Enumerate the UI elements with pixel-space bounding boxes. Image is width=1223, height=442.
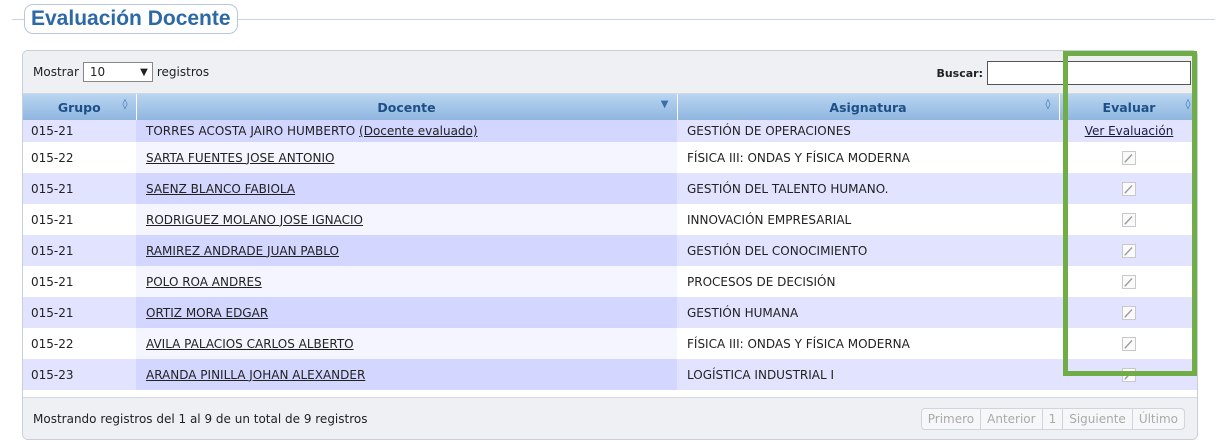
edit-icon[interactable] xyxy=(1121,181,1137,197)
column-header-asignatura-label: Asignatura xyxy=(829,99,907,115)
pager-last-button[interactable]: Último xyxy=(1131,408,1185,430)
data-table-panel: Mostrar 10 ▼ registros Buscar: Grupo ◊ Do… xyxy=(22,50,1198,440)
cell-grupo: 015-21 xyxy=(23,204,136,235)
column-header-evaluar[interactable]: Evaluar ◊ xyxy=(1059,94,1197,120)
edit-icon[interactable] xyxy=(1121,212,1137,228)
cell-evaluar xyxy=(1059,173,1197,204)
teacher-name: TORRES ACOSTA JAIRO HUMBERTO xyxy=(146,124,356,138)
table-row: 015-22 AVILA PALACIOS CARLOS ALBERTO FÍSIC… xyxy=(23,328,1197,359)
cell-docente: RODRIGUEZ MOLANO JOSE IGNACIO xyxy=(136,204,677,235)
column-header-asignatura[interactable]: Asignatura ◊ xyxy=(677,94,1060,120)
records-label: registros xyxy=(156,65,210,79)
table-row: 015-21 ORTIZ MORA EDGAR GESTIÓN HUMANA xyxy=(23,297,1197,328)
table-row: 015-21 RODRIGUEZ MOLANO JOSE IGNACIO INNOV… xyxy=(23,204,1197,235)
search-input[interactable] xyxy=(987,61,1191,85)
table-footer: Mostrando registros del 1 al 9 de un tot… xyxy=(23,397,1197,439)
table-row: 015-23 ARANDA PINILLA JOHAN ALEXANDER LOGÍ… xyxy=(23,359,1197,390)
teacher-name-link[interactable]: POLO ROA ANDRES xyxy=(146,275,262,289)
cell-grupo: 015-23 xyxy=(23,359,136,390)
cell-docente: ORTIZ MORA EDGAR xyxy=(136,297,677,328)
edit-icon[interactable] xyxy=(1121,274,1137,290)
pager-first-button[interactable]: Primero xyxy=(920,408,982,430)
teacher-name-link[interactable]: RODRIGUEZ MOLANO JOSE IGNACIO xyxy=(146,213,363,227)
chevron-down-icon: ▼ xyxy=(140,66,148,78)
records-info: Mostrando registros del 1 al 9 de un tot… xyxy=(33,411,368,426)
cell-grupo: 015-21 xyxy=(23,173,136,204)
edit-icon[interactable] xyxy=(1121,367,1137,383)
cell-docente: AVILA PALACIOS CARLOS ALBERTO xyxy=(136,328,677,359)
cell-asignatura: PROCESOS DE DECISIÓN xyxy=(677,266,1059,297)
table-toolbar: Mostrar 10 ▼ registros Buscar: xyxy=(23,51,1197,94)
teacher-name-link[interactable]: RAMIREZ ANDRADE JUAN PABLO xyxy=(146,244,339,258)
edit-icon[interactable] xyxy=(1121,305,1137,321)
table-row: 015-21 SAENZ BLANCO FABIOLA GESTIÓN DEL TA… xyxy=(23,173,1197,204)
page-length-select[interactable]: 10 ▼ xyxy=(82,62,153,82)
page-title: Evaluación Docente xyxy=(24,4,238,34)
pager-page-1-button[interactable]: 1 xyxy=(1041,408,1064,430)
cell-asignatura: FÍSICA III: ONDAS Y FÍSICA MODERNA xyxy=(677,142,1059,173)
view-evaluation-link[interactable]: Ver Evaluación xyxy=(1085,124,1174,138)
cell-docente: SARTA FUENTES JOSE ANTONIO xyxy=(136,142,677,173)
table-body: 015-21 TORRES ACOSTA JAIRO HUMBERTO (Doce… xyxy=(23,120,1197,390)
sort-both-icon: ◊ xyxy=(122,99,128,110)
cell-grupo: 015-22 xyxy=(23,142,136,173)
cell-docente: TORRES ACOSTA JAIRO HUMBERTO (Docente ev… xyxy=(136,120,677,142)
cell-evaluar xyxy=(1059,266,1197,297)
cell-docente: ARANDA PINILLA JOHAN ALEXANDER xyxy=(136,359,677,390)
cell-evaluar xyxy=(1059,297,1197,328)
cell-asignatura: GESTIÓN HUMANA xyxy=(677,297,1059,328)
table-row: 015-21 TORRES ACOSTA JAIRO HUMBERTO (Doce… xyxy=(23,120,1197,142)
table-row: 015-22 SARTA FUENTES JOSE ANTONIO FÍSICA I… xyxy=(23,142,1197,173)
cell-docente: SAENZ BLANCO FABIOLA xyxy=(136,173,677,204)
cell-asignatura: GESTIÓN DEL CONOCIMIENTO xyxy=(677,235,1059,266)
sort-desc-icon: ▼ xyxy=(660,99,669,110)
pager-next-button[interactable]: Siguiente xyxy=(1062,408,1133,430)
cell-evaluar xyxy=(1059,235,1197,266)
cell-docente: RAMIREZ ANDRADE JUAN PABLO xyxy=(136,235,677,266)
cell-evaluar xyxy=(1059,142,1197,173)
table-header-row: Grupo ◊ Docente ▼ Asignatura ◊ Evaluar ◊ xyxy=(23,94,1197,120)
teacher-name-link[interactable]: ARANDA PINILLA JOHAN ALEXANDER xyxy=(146,368,365,382)
cell-asignatura: GESTIÓN DEL TALENTO HUMANO. xyxy=(677,173,1059,204)
column-header-grupo-label: Grupo xyxy=(57,99,101,115)
cell-grupo: 015-21 xyxy=(23,297,136,328)
teachers-table: Grupo ◊ Docente ▼ Asignatura ◊ Evaluar ◊ 015… xyxy=(23,94,1197,390)
pagination: Primero Anterior 1 Siguiente Último xyxy=(920,408,1185,430)
cell-grupo: 015-21 xyxy=(23,266,136,297)
page-length-value: 10 xyxy=(89,65,106,79)
search-label: Buscar: xyxy=(936,66,983,80)
sort-both-icon: ◊ xyxy=(1185,99,1191,110)
teacher-name-link[interactable]: SAENZ BLANCO FABIOLA xyxy=(146,182,295,196)
cell-grupo: 015-21 xyxy=(23,235,136,266)
edit-icon[interactable] xyxy=(1121,150,1137,166)
cell-evaluar xyxy=(1059,328,1197,359)
table-row: 015-21 RAMIREZ ANDRADE JUAN PABLO GESTIÓN … xyxy=(23,235,1197,266)
cell-grupo: 015-21 xyxy=(23,120,136,142)
teacher-name-link[interactable]: SARTA FUENTES JOSE ANTONIO xyxy=(146,151,334,165)
column-header-grupo[interactable]: Grupo ◊ xyxy=(23,94,137,120)
sort-both-icon: ◊ xyxy=(1045,99,1051,110)
cell-evaluar xyxy=(1059,359,1197,390)
column-header-docente-label: Docente xyxy=(377,99,436,115)
evaluated-note-link[interactable]: (Docente evaluado) xyxy=(359,124,478,138)
cell-asignatura: GESTIÓN DE OPERACIONES xyxy=(677,120,1059,142)
edit-icon[interactable] xyxy=(1121,243,1137,259)
table-row: 015-21 POLO ROA ANDRES PROCESOS DE DECISIÓ… xyxy=(23,266,1197,297)
cell-grupo: 015-22 xyxy=(23,328,136,359)
cell-docente: POLO ROA ANDRES xyxy=(136,266,677,297)
cell-asignatura: INNOVACIÓN EMPRESARIAL xyxy=(677,204,1059,235)
teacher-name-link[interactable]: ORTIZ MORA EDGAR xyxy=(146,306,268,320)
column-header-evaluar-label: Evaluar xyxy=(1102,99,1156,115)
cell-asignatura: FÍSICA III: ONDAS Y FÍSICA MODERNA xyxy=(677,328,1059,359)
cell-evaluar xyxy=(1059,204,1197,235)
column-header-docente[interactable]: Docente ▼ xyxy=(136,94,678,120)
cell-evaluar: Ver Evaluación xyxy=(1059,120,1197,142)
teacher-name-link[interactable]: AVILA PALACIOS CARLOS ALBERTO xyxy=(146,337,354,351)
show-label: Mostrar xyxy=(33,65,79,79)
search-box: Buscar: xyxy=(936,61,1191,85)
edit-icon[interactable] xyxy=(1121,336,1137,352)
pager-prev-button[interactable]: Anterior xyxy=(980,408,1043,430)
cell-asignatura: LOGÍSTICA INDUSTRIAL I xyxy=(677,359,1059,390)
